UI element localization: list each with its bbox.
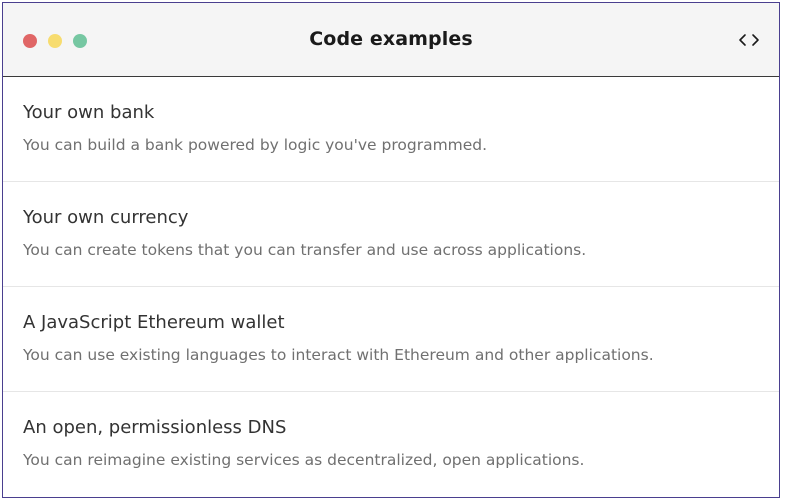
example-title: An open, permissionless DNS [23, 417, 287, 438]
list-item[interactable]: Your own currency You can create tokens … [3, 182, 779, 287]
example-title: Your own currency [23, 207, 189, 228]
window-title: Code examples [309, 28, 473, 50]
list-item[interactable]: Your own bank You can build a bank power… [3, 77, 779, 182]
example-description: You can use existing languages to intera… [23, 346, 654, 364]
example-description: You can create tokens that you can trans… [23, 241, 587, 259]
examples-list: Your own bank You can build a bank power… [3, 77, 779, 497]
example-description: You can reimagine existing services as d… [23, 451, 585, 469]
example-title: Your own bank [23, 102, 155, 123]
list-item[interactable]: A JavaScript Ethereum wallet You can use… [3, 287, 779, 392]
code-examples-window: Code examples Your own bank You can buil… [2, 2, 780, 498]
list-item[interactable]: An open, permissionless DNS You can reim… [3, 392, 779, 497]
example-title: A JavaScript Ethereum wallet [23, 312, 285, 333]
window-titlebar: Code examples [3, 3, 779, 77]
example-description: You can build a bank powered by logic yo… [23, 136, 488, 154]
code-brackets-icon[interactable] [737, 30, 761, 50]
